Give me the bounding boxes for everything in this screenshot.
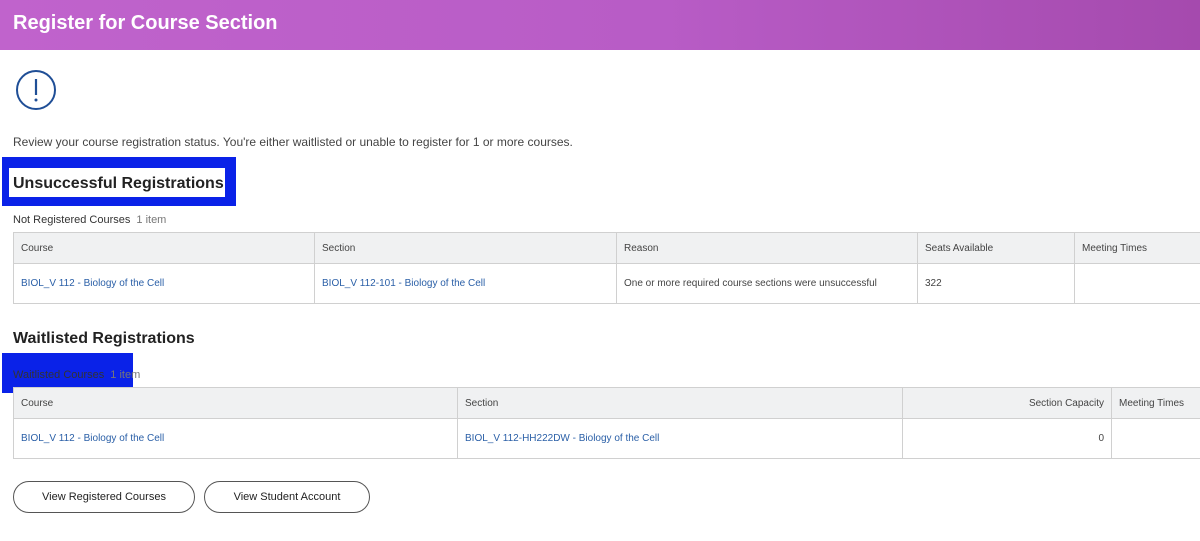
table-row: BIOL_V 112 - Biology of the Cell BIOL_V …	[13, 418, 1200, 459]
column-header-section-capacity[interactable]: Section Capacity	[902, 387, 1112, 419]
grid-title-text: Not Registered Courses	[13, 214, 131, 226]
course-link[interactable]: BIOL_V 112 - Biology of the Cell	[13, 418, 458, 459]
course-link[interactable]: BIOL_V 112 - Biology of the Cell	[13, 263, 315, 304]
unsuccessful-heading: Unsuccessful Registrations	[13, 175, 224, 192]
grid-item-count: 1 item	[136, 214, 167, 226]
page-title: Register for Course Section	[13, 12, 278, 34]
column-header-section[interactable]: Section	[457, 387, 903, 419]
table-header-row: Course Section Reason Seats Available Me…	[13, 232, 1200, 264]
not-registered-courses-table: Course Section Reason Seats Available Me…	[13, 232, 1200, 304]
view-registered-courses-button[interactable]: View Registered Courses	[13, 481, 195, 513]
section-link[interactable]: BIOL_V 112-101 - Biology of the Cell	[314, 263, 617, 304]
not-registered-grid-title: Not Registered Courses 1 item	[13, 214, 166, 226]
view-student-account-button[interactable]: View Student Account	[204, 481, 370, 513]
meeting-times-cell	[1111, 418, 1200, 459]
column-header-course[interactable]: Course	[13, 232, 315, 264]
seats-available-cell: 322	[917, 263, 1075, 304]
reason-cell: One or more required course sections wer…	[616, 263, 918, 304]
column-header-course[interactable]: Course	[13, 387, 458, 419]
table-header-row: Course Section Section Capacity Meeting …	[13, 387, 1200, 419]
section-capacity-cell: 0	[902, 418, 1112, 459]
column-header-reason[interactable]: Reason	[616, 232, 918, 264]
highlight-inner	[9, 366, 129, 383]
exclamation-circle-icon	[16, 70, 56, 110]
column-header-meeting-times[interactable]: Meeting Times	[1074, 232, 1200, 264]
meeting-times-cell	[1074, 263, 1200, 304]
table-row: BIOL_V 112 - Biology of the Cell BIOL_V …	[13, 263, 1200, 304]
column-header-meeting-times[interactable]: Meeting Times	[1111, 387, 1200, 419]
section-link[interactable]: BIOL_V 112-HH222DW - Biology of the Cell	[457, 418, 903, 459]
column-header-section[interactable]: Section	[314, 232, 617, 264]
waitlisted-heading: Waitlisted Registrations	[13, 330, 195, 347]
column-header-seats-available[interactable]: Seats Available	[917, 232, 1075, 264]
waitlisted-courses-table: Course Section Section Capacity Meeting …	[13, 387, 1200, 459]
page-header: Register for Course Section	[0, 0, 1200, 50]
intro-text: Review your course registration status. …	[13, 135, 573, 149]
